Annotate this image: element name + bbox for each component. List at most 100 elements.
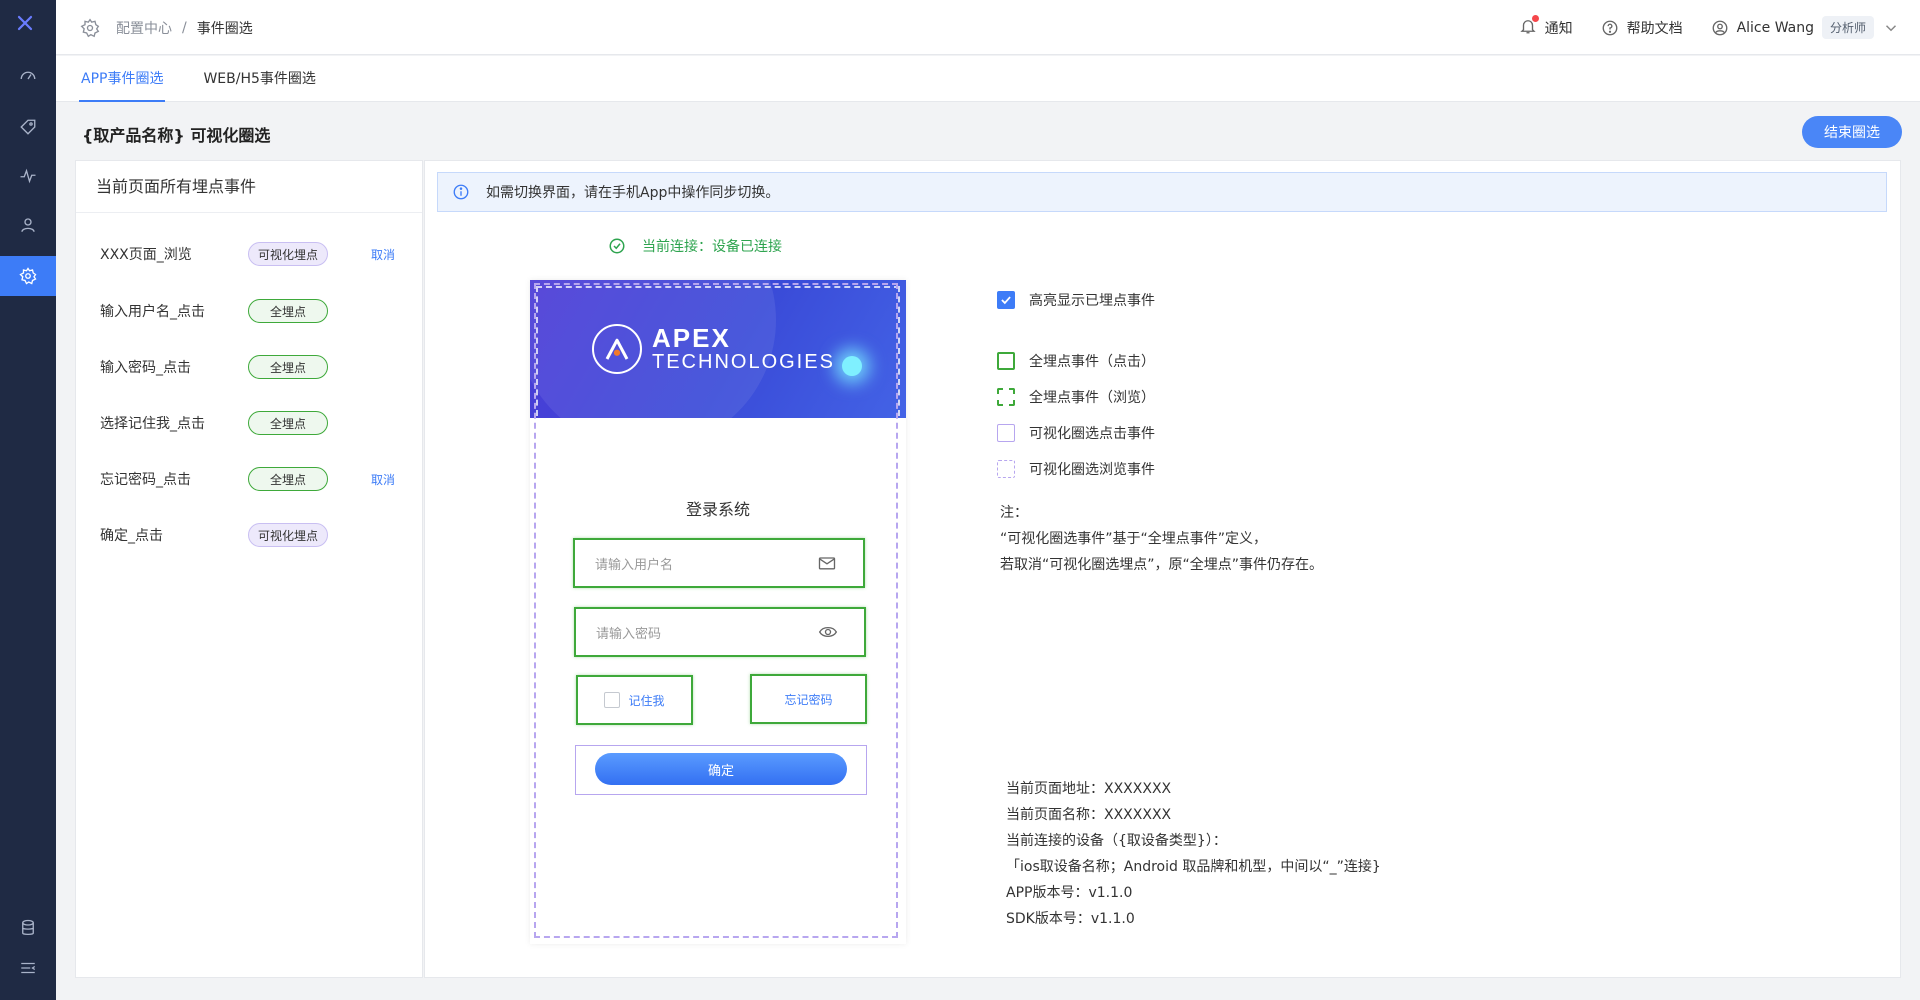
- legend-label: 全埋点事件（浏览）: [1029, 390, 1155, 406]
- full-tag-badge: 全埋点: [248, 299, 328, 323]
- notification-button[interactable]: 通知: [1519, 14, 1573, 39]
- legend-swatch-purple-dashed: [997, 460, 1015, 478]
- panel-title: 当前页面所有埋点事件: [76, 161, 422, 213]
- full-tag-badge: 全埋点: [248, 467, 328, 491]
- legend-label: 全埋点事件（点击）: [1029, 354, 1155, 370]
- dashboard-icon[interactable]: [0, 56, 56, 96]
- device-label: 当前连接的设备（{取设备类型}）：: [1006, 833, 1227, 849]
- legend-visual-browse: 可视化圈选浏览事件: [997, 459, 1155, 479]
- event-name: XXX页面_浏览: [100, 247, 192, 263]
- event-row: XXX页面_浏览 可视化埋点 取消: [100, 240, 400, 268]
- apex-logo-icon: [592, 324, 642, 374]
- tag-icon[interactable]: [0, 107, 56, 147]
- sdk-version: SDK版本号：v1.1.0: [1006, 911, 1135, 927]
- settings-icon: [80, 17, 100, 37]
- page-name: 当前页面名称：XXXXXXX: [1006, 807, 1172, 823]
- login-title: 登录系统: [685, 500, 750, 519]
- visual-tag-badge: 可视化埋点: [248, 242, 328, 266]
- connection-status: 当前连接：设备已连接: [608, 236, 782, 256]
- username-placeholder: 请输入用户名: [595, 557, 674, 573]
- password-field[interactable]: 请输入密码: [574, 607, 866, 657]
- event-name: 输入用户名_点击: [100, 304, 205, 320]
- highlight-label: 高亮显示已埋点事件: [1029, 293, 1155, 309]
- password-placeholder: 请输入密码: [596, 626, 662, 642]
- cancel-link[interactable]: 取消: [371, 471, 395, 488]
- event-row: 确定_点击 可视化埋点: [100, 521, 400, 549]
- event-list-panel: 当前页面所有埋点事件: [75, 160, 423, 978]
- mail-icon: [818, 557, 836, 570]
- breadcrumb-current: 事件圈选: [196, 20, 253, 37]
- event-name: 确定_点击: [100, 528, 163, 544]
- help-icon: [1602, 20, 1618, 35]
- role-badge: 分析师: [1821, 16, 1874, 39]
- event-row: 输入密码_点击 全埋点: [100, 353, 400, 381]
- check-circle-icon: [609, 238, 625, 254]
- bell-icon: [1519, 14, 1539, 39]
- forgot-label: 忘记密码: [784, 692, 833, 707]
- notification-label: 通知: [1544, 20, 1573, 37]
- eye-icon: [818, 626, 838, 638]
- end-selection-button[interactable]: 结束圈选: [1802, 116, 1902, 148]
- help-docs-link[interactable]: 帮助文档: [1601, 18, 1683, 38]
- checkbox-square: [604, 692, 621, 708]
- brand-subtitle: TECHNOLOGIES: [652, 351, 835, 373]
- cancel-link[interactable]: 取消: [371, 246, 395, 263]
- note-title: 注：: [1000, 505, 1028, 521]
- event-name: 忘记密码_点击: [100, 472, 191, 488]
- legend-full-browse: 全埋点事件（浏览）: [997, 387, 1155, 407]
- tab-web-h5-event[interactable]: WEB/H5事件圈选: [203, 56, 315, 102]
- legend-full-click: 全埋点事件（点击）: [997, 351, 1155, 371]
- breadcrumb-separator: /: [182, 19, 187, 36]
- note-block: 注： “可视化圈选事件”基于“全埋点事件”定义， 若取消“可视化圈选埋点”，原“…: [1000, 500, 1323, 578]
- top-header: 配置中心 / 事件圈选 通知 帮助文档 Alice Wang 分析师: [56, 0, 1920, 55]
- info-text: 如需切换界面，请在手机App中操作同步切换。: [486, 185, 780, 201]
- info-banner: 如需切换界面，请在手机App中操作同步切换。: [437, 172, 1887, 212]
- event-name: 输入密码_点击: [100, 360, 191, 376]
- device-info-block: 当前页面地址：XXXXXXX 当前页面名称：XXXXXXX 当前连接的设备（{取…: [1006, 776, 1381, 932]
- event-row: 输入用户名_点击 全埋点: [100, 297, 400, 325]
- connection-text: 当前连接：设备已连接: [642, 239, 782, 255]
- user-menu[interactable]: Alice Wang 分析师: [1711, 16, 1900, 39]
- note-line: 若取消“可视化圈选埋点”，原“全埋点”事件仍存在。: [1000, 557, 1324, 573]
- note-line: “可视化圈选事件”基于“全埋点事件”定义，: [1000, 531, 1268, 547]
- remember-label: 记住我: [628, 693, 665, 708]
- event-row: 选择记住我_点击 全埋点: [100, 409, 400, 437]
- event-name: 选择记住我_点击: [100, 416, 205, 432]
- legend-swatch-purple-solid: [997, 424, 1015, 442]
- full-tag-badge: 全埋点: [248, 411, 328, 435]
- notification-dot: [1531, 14, 1539, 22]
- settings-icon[interactable]: [0, 256, 56, 296]
- legend-label: 可视化圈选浏览事件: [1029, 462, 1155, 478]
- forgot-password-link[interactable]: 忘记密码: [750, 674, 867, 724]
- database-icon[interactable]: [0, 908, 56, 948]
- user-name: Alice Wang: [1736, 19, 1814, 36]
- username-field[interactable]: 请输入用户名: [573, 538, 865, 588]
- page-title: {取产品名称} 可视化圈选: [82, 126, 271, 145]
- full-tag-badge: 全埋点: [248, 355, 328, 379]
- legend-swatch-green-solid: [997, 352, 1015, 370]
- tab-app-event[interactable]: APP事件圈选: [78, 56, 166, 102]
- chevron-down-icon: [1885, 24, 1897, 31]
- brand-name: APEX: [652, 323, 731, 353]
- tab-bar: APP事件圈选 WEB/H5事件圈选: [56, 56, 1920, 102]
- ok-button[interactable]: 确定: [595, 753, 847, 785]
- remember-me-checkbox[interactable]: 记住我: [576, 675, 693, 725]
- page-url: 当前页面地址：XXXXXXX: [1006, 781, 1172, 797]
- left-nav-rail: [0, 0, 56, 1000]
- app-version: APP版本号：v1.1.0: [1006, 885, 1133, 901]
- highlight-toggle[interactable]: 高亮显示已埋点事件: [997, 290, 1155, 310]
- legend-swatch-green-dashed: [997, 388, 1015, 406]
- event-row: 忘记密码_点击 全埋点 取消: [100, 465, 400, 493]
- legend-label: 可视化圈选点击事件: [1029, 426, 1155, 442]
- info-icon: [453, 184, 469, 200]
- device-value: 「ios取设备名称；Android 取品牌和机型，中间以“_”连接}: [1006, 859, 1381, 875]
- brand-logo: APEX TECHNOLOGIES: [592, 324, 835, 374]
- user-avatar-icon: [1712, 20, 1728, 35]
- checkbox-checked-icon[interactable]: [997, 291, 1015, 309]
- breadcrumb-parent[interactable]: 配置中心: [116, 18, 172, 38]
- help-label: 帮助文档: [1626, 20, 1683, 37]
- user-profile-icon[interactable]: [0, 205, 56, 245]
- collapse-menu-icon[interactable]: [0, 948, 56, 988]
- app-logo-icon[interactable]: [16, 14, 40, 38]
- activity-icon[interactable]: [0, 156, 56, 196]
